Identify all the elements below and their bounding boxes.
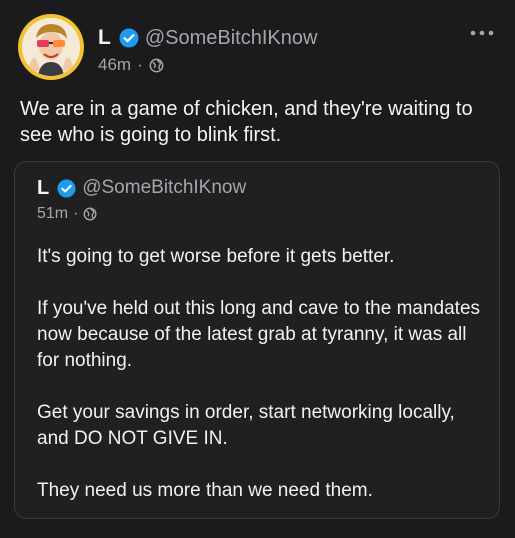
quoted-post-card[interactable]: L @SomeBitchIKnow 51m · It's going to ge… — [14, 161, 500, 519]
avatar-image — [22, 18, 80, 76]
post-header: L @SomeBitchIKnow — [98, 25, 317, 51]
quoted-post-text: It's going to get worse before it gets b… — [37, 244, 487, 530]
meta-separator: · — [137, 55, 143, 74]
post: L @SomeBitchIKnow 46m · We are in a game… — [0, 0, 515, 538]
post-meta: 46m · — [98, 55, 164, 75]
quoted-paragraph: Get your savings in order, start network… — [37, 402, 455, 449]
quoted-post-header: L @SomeBitchIKnow — [37, 176, 246, 200]
post-timestamp[interactable]: 46m — [98, 55, 131, 75]
author-handle[interactable]: @SomeBitchIKnow — [145, 27, 318, 50]
quoted-paragraph: It's going to get worse before it gets b… — [37, 246, 395, 267]
quoted-post-meta: 51m · — [37, 205, 98, 223]
quoted-paragraph: If you've held out this long and cave to… — [37, 298, 481, 371]
verified-badge-icon — [57, 178, 76, 198]
globe-icon — [83, 207, 98, 222]
author-name[interactable]: L — [98, 26, 111, 50]
avatar[interactable] — [18, 14, 84, 80]
meta-separator: · — [73, 205, 79, 222]
verified-badge-icon — [119, 28, 139, 48]
more-options-icon[interactable] — [469, 26, 495, 38]
quoted-author-handle[interactable]: @SomeBitchIKnow — [82, 177, 246, 199]
quoted-author-name[interactable]: L — [37, 177, 49, 200]
post-text: We are in a game of chicken, and they're… — [20, 98, 473, 146]
quoted-timestamp[interactable]: 51m — [37, 205, 68, 223]
quoted-paragraph: They need us more than we need them. — [37, 480, 373, 501]
globe-icon — [149, 58, 164, 73]
